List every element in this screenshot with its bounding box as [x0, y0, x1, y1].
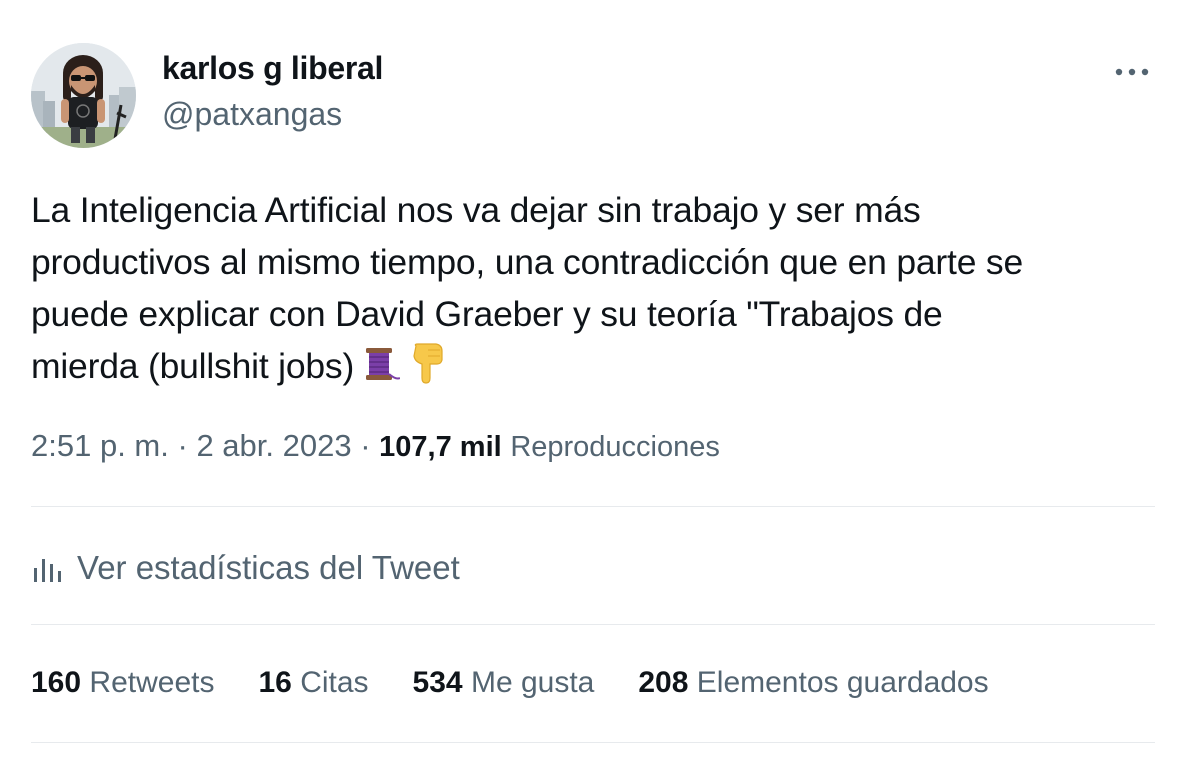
- thread-spool-emoji: [360, 344, 401, 398]
- more-dots-icon: [1115, 68, 1149, 76]
- pointing-down-emoji: [406, 342, 446, 398]
- view-tweet-analytics-link[interactable]: Ver estadísticas del Tweet: [31, 546, 460, 590]
- author-display-name[interactable]: karlos g liberal: [162, 50, 383, 87]
- bookmarks-label: Elementos guardados: [696, 666, 989, 699]
- meta-separator: ·: [177, 428, 188, 463]
- tweet-meta: 2:51 p. m. · 2 abr. 2023 · 107,7 mil Rep…: [31, 428, 720, 464]
- bar-chart-icon: [34, 559, 61, 582]
- divider: [31, 506, 1155, 507]
- tweet-text-line: mierda (bullshit jobs): [31, 346, 355, 386]
- tweet-date[interactable]: 2 abr. 2023: [196, 428, 351, 463]
- avatar[interactable]: [31, 43, 136, 148]
- quotes-stat[interactable]: 16 Citas: [258, 666, 368, 700]
- engagement-stats: 160 Retweets 16 Citas 534 Me gusta 208 E…: [31, 666, 989, 700]
- likes-count: 534: [412, 666, 463, 699]
- cartoon-avatar-icon: [31, 43, 136, 148]
- quotes-label: Citas: [300, 666, 369, 699]
- more-options-button[interactable]: [1108, 56, 1156, 88]
- views-label: Reproducciones: [510, 431, 720, 463]
- retweets-label: Retweets: [89, 666, 215, 699]
- author-handle[interactable]: @patxangas: [162, 96, 342, 133]
- bookmarks-stat[interactable]: 208 Elementos guardados: [638, 666, 988, 700]
- retweets-stat[interactable]: 160 Retweets: [31, 666, 214, 700]
- quotes-count: 16: [258, 666, 292, 699]
- likes-label: Me gusta: [470, 666, 595, 699]
- view-tweet-analytics-label: Ver estadísticas del Tweet: [77, 549, 460, 586]
- tweet-text-line: puede explicar con David Graeber y su te…: [31, 294, 943, 334]
- meta-separator: ·: [360, 428, 371, 463]
- views-count: 107,7 mil: [379, 431, 502, 463]
- likes-stat[interactable]: 534 Me gusta: [413, 666, 595, 700]
- tweet-text-line: La Inteligencia Artificial nos va dejar …: [31, 190, 921, 230]
- divider: [31, 742, 1155, 743]
- tweet-text-line: productivos al mismo tiempo, una contrad…: [31, 242, 1024, 282]
- bookmarks-count: 208: [638, 666, 689, 699]
- divider: [31, 624, 1155, 625]
- tweet-card: karlos g liberal @patxangas La Inteligen…: [0, 0, 1186, 764]
- tweet-text-last-line: mierda (bullshit jobs): [31, 340, 1161, 398]
- retweets-count: 160: [31, 666, 82, 699]
- tweet-text: La Inteligencia Artificial nos va dejar …: [31, 184, 1161, 398]
- tweet-time[interactable]: 2:51 p. m.: [31, 428, 169, 463]
